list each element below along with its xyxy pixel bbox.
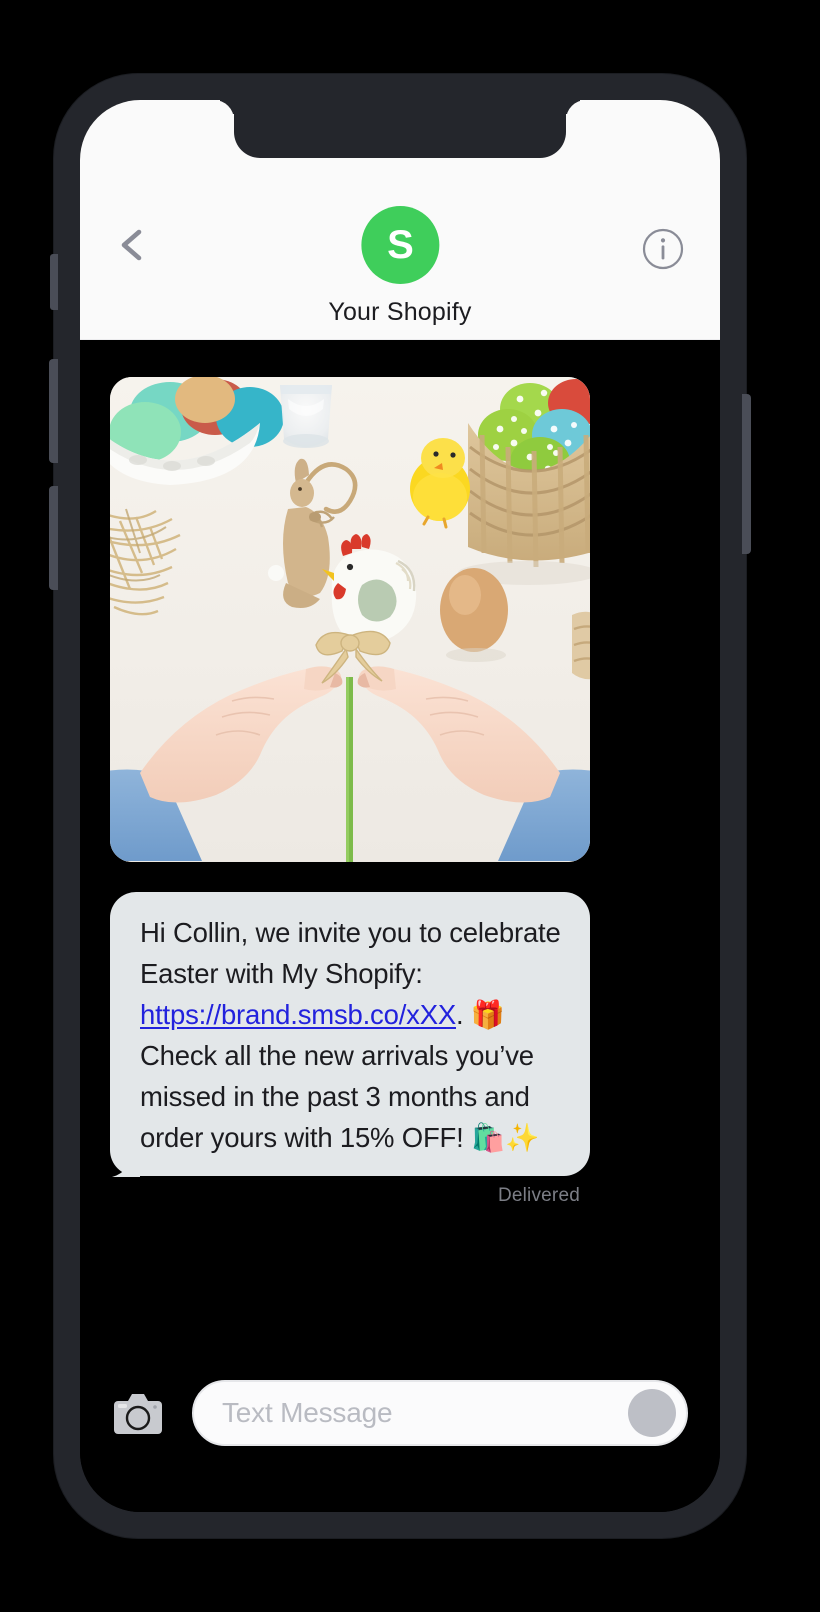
message-row: Hi Collin, we invite you to celebrate Ea… [110,892,590,1207]
message-thread: Hi Collin, we invite you to celebrate Ea… [80,340,720,1352]
promo-link[interactable]: https://brand.smsb.co/xXX [140,999,456,1030]
volume-up-button[interactable] [49,359,58,463]
message-greeting: Hi Collin, we invite you to celebrate Ea… [140,917,561,989]
phone-frame: S Your Shopify Hi Collin, we invite you … [49,74,751,1538]
phone-screen: S Your Shopify Hi Collin, we invite you … [80,100,720,1512]
message-bubble[interactable]: Hi Collin, we invite you to celebrate Ea… [110,892,590,1177]
camera-icon [114,1394,162,1434]
message-text: Hi Collin, we invite you to celebrate Ea… [140,912,566,1158]
delivery-status: Delivered [497,1185,580,1206]
screenshot-stage: S Your Shopify Hi Collin, we invite you … [0,0,820,1612]
gift-emoji-icon: 🎁 [470,999,505,1030]
send-button[interactable] [628,1389,676,1437]
power-button[interactable] [742,394,751,554]
info-button[interactable] [642,228,684,270]
easter-photo [110,377,590,862]
back-button[interactable] [116,228,150,262]
info-circle-icon [642,228,684,270]
bubble-tail-icon [110,1145,140,1177]
contact-name: Your Shopify [328,298,472,326]
camera-button[interactable] [112,1390,164,1436]
volume-down-button[interactable] [49,486,58,590]
mms-image-attachment[interactable] [110,377,590,862]
shopping-bags-emoji-icon: 🛍️ [471,1122,506,1153]
text-message-placeholder: Text Message [222,1397,393,1428]
contact-identity[interactable]: S Your Shopify [328,206,471,327]
chevron-left-icon [121,229,142,261]
silent-switch-button[interactable] [50,254,58,310]
message-after-link: . [455,999,471,1030]
text-message-input[interactable]: Text Message [192,1380,688,1446]
device-notch [234,100,566,158]
message-input-bar: Text Message [80,1352,720,1512]
sparkles-emoji-icon: ✨ [505,1122,540,1153]
avatar: S [361,206,439,284]
